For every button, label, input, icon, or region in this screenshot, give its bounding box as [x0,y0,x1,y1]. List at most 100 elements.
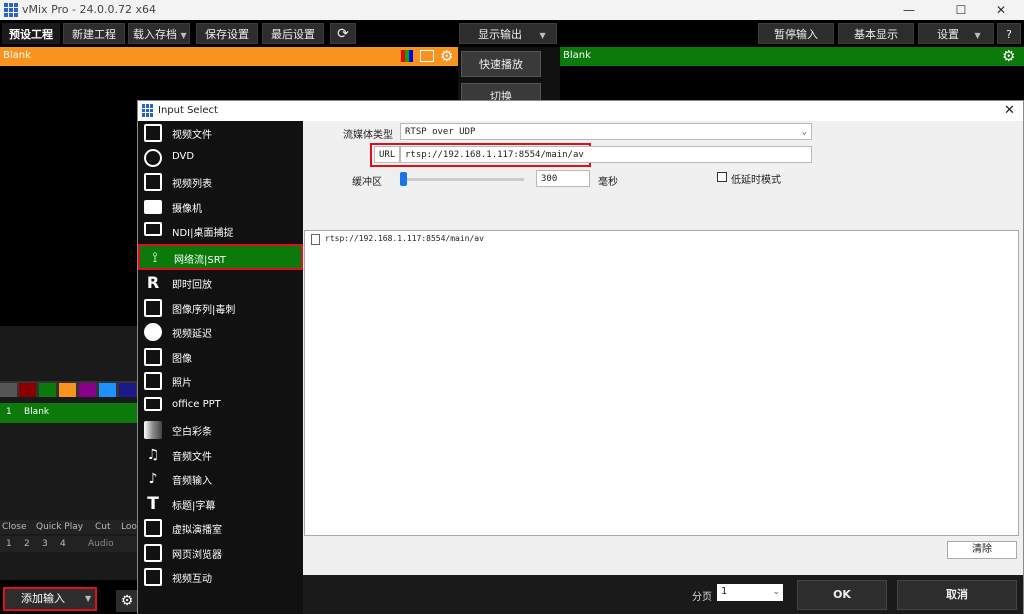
image-sequence-icon [144,299,162,317]
quick-play-button[interactable]: 快速播放 [461,51,541,77]
number-button[interactable]: 2 [24,539,30,549]
input-controls-row: Close Quick Play Cut Loo [0,520,140,534]
input-row[interactable]: 1 Blank [0,403,140,423]
audio-button[interactable]: Audio [88,539,114,549]
display-output-button[interactable]: 显示输出 ▼ [459,23,557,44]
category-color-bars[interactable]: 空白彩条 [138,418,303,442]
list-item[interactable]: rtsp://192.168.1.117:8554/main/av [325,234,484,243]
clear-button[interactable]: 清除 [947,541,1017,559]
video-call-icon [144,568,162,586]
dialog-title: Input Select [158,105,218,116]
buffer-input[interactable]: 300 [536,170,590,187]
cancel-button[interactable]: 取消 [897,580,1017,610]
stream-type-value: RTSP over UDP [405,127,476,137]
fullscreen-icon[interactable] [420,50,434,62]
chevron-down-icon: ▼ [974,31,981,40]
save-settings-button[interactable]: 保存设置 [196,23,258,44]
swatch[interactable] [39,383,56,397]
stream-history-list[interactable]: rtsp://192.168.1.117:8554/main/av [304,230,1019,536]
settings-button[interactable]: 设置 ▼ [918,23,994,44]
category-camera[interactable]: 摄像机 [138,195,303,219]
swatch[interactable] [99,383,116,397]
add-input-button[interactable]: 添加输入 ▼ [3,587,97,611]
category-title[interactable]: T 标题|字幕 [138,492,303,516]
category-label: 网页浏览器 [172,550,222,561]
category-label: 摄像机 [172,204,202,215]
category-dvd[interactable]: DVD [138,146,303,170]
gear-icon[interactable]: ⚙ [1002,47,1015,65]
chevron-down-icon: ▼ [85,594,92,603]
category-office-ppt[interactable]: office PPT [138,394,303,418]
new-project-button[interactable]: 新建工程 [63,23,125,44]
url-label: URL [374,146,400,163]
minimize-button[interactable]: — [886,0,932,20]
category-virtual-studio[interactable]: 虚拟演播室 [138,516,303,540]
ok-button[interactable]: OK [797,580,887,610]
close-button[interactable]: ✕ [978,0,1024,20]
color-settings-icon[interactable] [401,50,413,62]
swatch[interactable] [79,383,96,397]
presentation-icon [144,397,162,411]
number-button[interactable]: 3 [42,539,48,549]
basic-display-button[interactable]: 基本显示 [838,23,914,44]
gear-icon[interactable]: ⚙ [116,590,138,612]
buffer-slider-thumb[interactable] [400,172,407,186]
monitor-icon [144,222,162,236]
category-image-sequence[interactable]: 图像序列|毒刺 [138,296,303,320]
buffer-unit: 毫秒 [598,177,618,188]
preview-header: Blank ⚙ [0,47,458,66]
swatch[interactable] [119,383,136,397]
pause-input-button[interactable]: 暂停输入 [758,23,834,44]
page-value: 1 [721,586,728,597]
input-name: Blank [24,407,50,417]
category-audio-input[interactable]: ♪ 音频输入 [138,467,303,491]
category-video-call[interactable]: 视频互动 [138,565,303,589]
swatch[interactable] [0,383,17,397]
transition-panel: 快速播放 切换 [458,47,560,107]
dialog-close-button[interactable]: ✕ [1004,103,1015,118]
category-instant-replay[interactable]: R 即时回放 [138,271,303,295]
category-web-browser[interactable]: 网页浏览器 [138,541,303,565]
help-button[interactable]: ? [997,23,1021,44]
last-settings-button[interactable]: 最后设置 [262,23,324,44]
loop-label[interactable]: Loo [121,522,137,532]
category-audio-file[interactable]: ♫ 音频文件 [138,443,303,467]
page-select[interactable]: 1 ⌄ [717,584,783,601]
category-label: 虚拟演播室 [172,525,222,536]
category-video-list[interactable]: 视频列表 [138,170,303,194]
load-archive-button[interactable]: 载入存档 ▼ [128,23,190,44]
category-ndi-desktop[interactable]: NDI|桌面捕捉 [138,219,303,243]
load-archive-label: 载入存档 [133,28,177,41]
url-input[interactable]: rtsp://192.168.1.117:8554/main/av [400,146,812,163]
main-toolbar: 预设工程 新建工程 载入存档 ▼ 保存设置 最后设置 ⟳ 显示输出 ▼ 暂停输入… [0,20,1024,47]
image-icon [144,348,162,366]
category-label: DVD [172,151,195,162]
refresh-icon[interactable]: ⟳ [330,23,356,44]
add-input-label: 添加输入 [21,592,65,605]
swatch[interactable] [19,383,36,397]
gear-icon[interactable]: ⚙ [440,47,453,65]
microphone-icon: ♫ [146,447,160,463]
category-video-delay[interactable]: 视频延迟 [138,320,303,344]
category-photos[interactable]: 照片 [138,369,303,393]
stream-type-select[interactable]: RTSP over UDP ⌄ [400,123,812,140]
category-label: 标题|字幕 [172,501,216,512]
swatch[interactable] [59,383,76,397]
close-label[interactable]: Close [2,522,27,532]
window-title: vMix Pro - 24.0.0.72 x64 [22,3,156,16]
low-latency-checkbox[interactable] [717,172,727,182]
number-button[interactable]: 4 [60,539,66,549]
number-button[interactable]: 1 [6,539,12,549]
cut-label[interactable]: Cut [95,522,111,532]
category-label: 音频输入 [172,476,212,487]
category-network-stream-srt[interactable]: ⟟ 网络流|SRT [138,244,303,270]
category-video-file[interactable]: 视频文件 [138,121,303,145]
buffer-slider[interactable] [400,178,524,181]
chevron-down-icon: ⌄ [801,127,807,137]
category-image[interactable]: 图像 [138,345,303,369]
file-icon [311,234,320,245]
category-label: 音频文件 [172,452,212,463]
page-label: 分页 [692,592,712,603]
quick-play-label[interactable]: Quick Play [36,522,83,532]
preset-project-button[interactable]: 预设工程 [2,23,60,44]
